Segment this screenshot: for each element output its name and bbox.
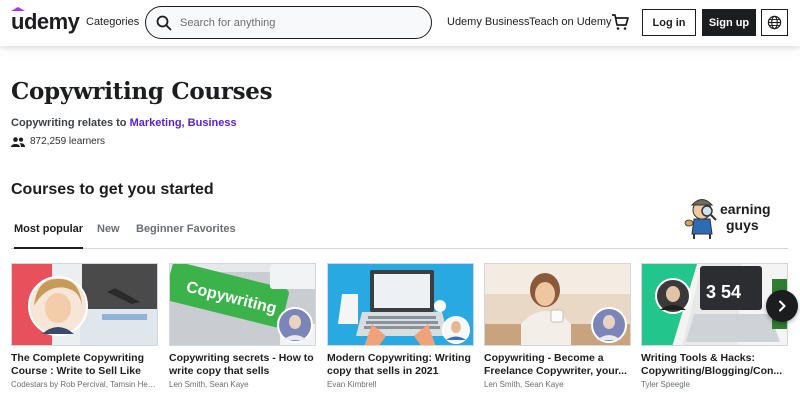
course-thumbnail[interactable] (327, 263, 474, 346)
tab-new[interactable]: New (97, 223, 120, 249)
section-title: Courses to get you started (11, 181, 214, 198)
course-title[interactable]: The Complete Copywriting Course : Write … (11, 352, 158, 378)
course-author: Len Smith, Sean Kaye (169, 380, 249, 389)
page-title: Copywriting Courses (11, 78, 273, 105)
svg-text:3 54: 3 54 (706, 282, 741, 302)
course-title[interactable]: Writing Tools & Hacks: Copywriting/Blogg… (641, 352, 788, 378)
course-title[interactable]: Copywriting - Become a Freelance Copywri… (484, 352, 631, 378)
course-thumbnail[interactable] (11, 263, 158, 346)
course-author: Len Smith, Sean Kaye (484, 380, 564, 389)
course-card[interactable]: Copywriting - Become a Freelance Copywri… (484, 263, 631, 389)
course-author: Tyler Speegle (641, 380, 690, 389)
search-input[interactable] (180, 15, 420, 31)
course-title[interactable]: Modern Copywriting: Writing copy that se… (327, 352, 474, 378)
related-topics: Copywriting relates to Marketing, Busine… (11, 117, 237, 129)
course-author: Codestars by Rob Percival, Tamsin Hen... (11, 380, 158, 389)
teach-on-udemy-link[interactable]: Teach on Udemy (529, 16, 612, 28)
related-topic-links[interactable]: Marketing, Business (130, 117, 237, 129)
tab-most-popular[interactable]: Most popular (14, 223, 84, 249)
language-button[interactable] (761, 9, 788, 36)
course-tabs: Most popular New Beginner Favorites (11, 222, 788, 249)
svg-text:earning: earning (720, 201, 771, 217)
course-card[interactable]: 3 54 Writing Tools & Hacks: Copywriting/… (641, 263, 788, 389)
login-button[interactable]: Log in (642, 9, 696, 36)
search-icon[interactable] (156, 15, 172, 31)
course-card[interactable]: The Complete Copywriting Course : Write … (11, 263, 158, 389)
carousel-next-button[interactable] (766, 290, 798, 322)
udemy-business-link[interactable]: Udemy Business (447, 16, 530, 28)
users-icon (11, 136, 25, 147)
chevron-right-icon (779, 300, 786, 312)
course-title[interactable]: Copywriting secrets - How to write copy … (169, 352, 316, 378)
categories-link[interactable]: Categories (86, 16, 139, 28)
learners-text: 872,259 learners (30, 136, 106, 147)
course-card[interactable]: Modern Copywriting: Writing copy that se… (327, 263, 474, 389)
signup-button[interactable]: Sign up (702, 9, 756, 36)
udemy-logo[interactable]: udemy (11, 9, 80, 35)
relates-prefix: Copywriting relates to (11, 117, 127, 129)
search-bar[interactable] (145, 6, 432, 39)
course-card[interactable]: Copywriting Copywriting secrets - How to… (169, 263, 316, 389)
learners-count: 872,259 learners (11, 136, 105, 147)
course-author: Evan Kimbrell (327, 380, 377, 389)
logo-hat-icon (11, 7, 25, 11)
course-thumbnail[interactable]: Copywriting (169, 263, 316, 346)
tab-beginner-favorites[interactable]: Beginner Favorites (136, 223, 236, 249)
cart-icon[interactable] (611, 13, 629, 31)
globe-icon (767, 15, 782, 30)
top-nav: udemy Categories Udemy Business Teach on… (0, 0, 800, 46)
course-thumbnail[interactable] (484, 263, 631, 346)
